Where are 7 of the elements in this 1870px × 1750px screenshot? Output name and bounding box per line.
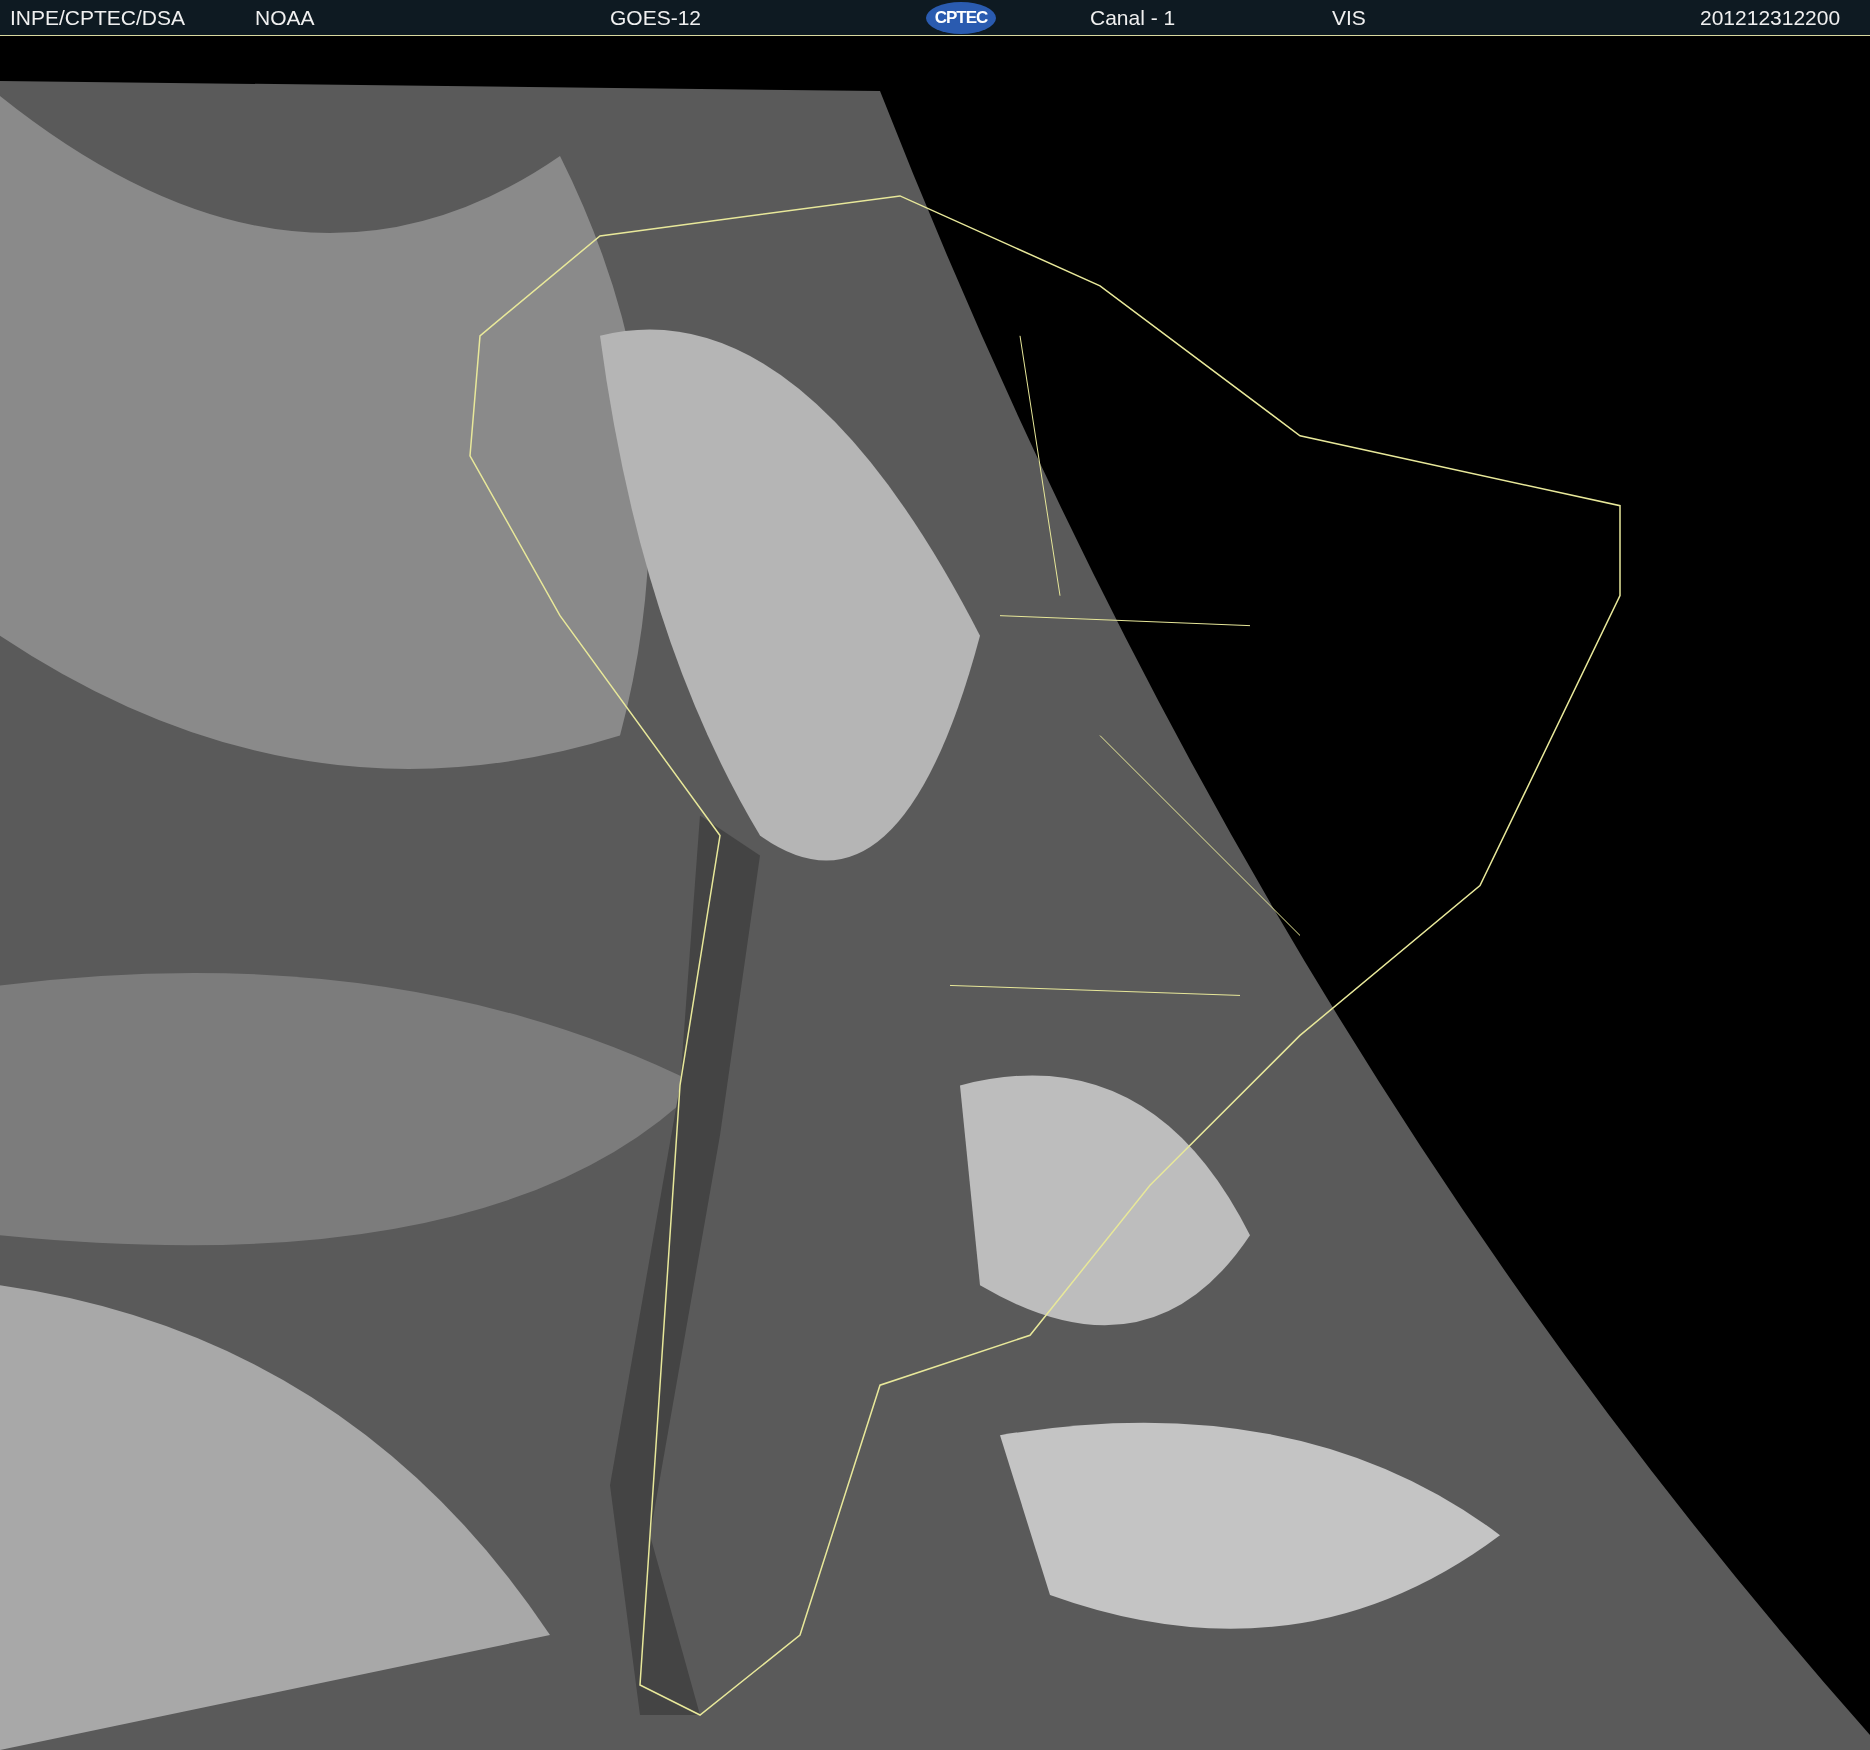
band-label: VIS	[1332, 5, 1366, 30]
logo: CPTEC	[926, 1, 996, 34]
agency-label: NOAA	[255, 5, 315, 30]
satellite-label: GOES-12	[610, 5, 702, 30]
timestamp-label: 201212312200	[1700, 5, 1841, 30]
channel-label: Canal - 1	[1090, 5, 1176, 30]
source-label: INPE/CPTEC/DSA	[10, 5, 186, 30]
